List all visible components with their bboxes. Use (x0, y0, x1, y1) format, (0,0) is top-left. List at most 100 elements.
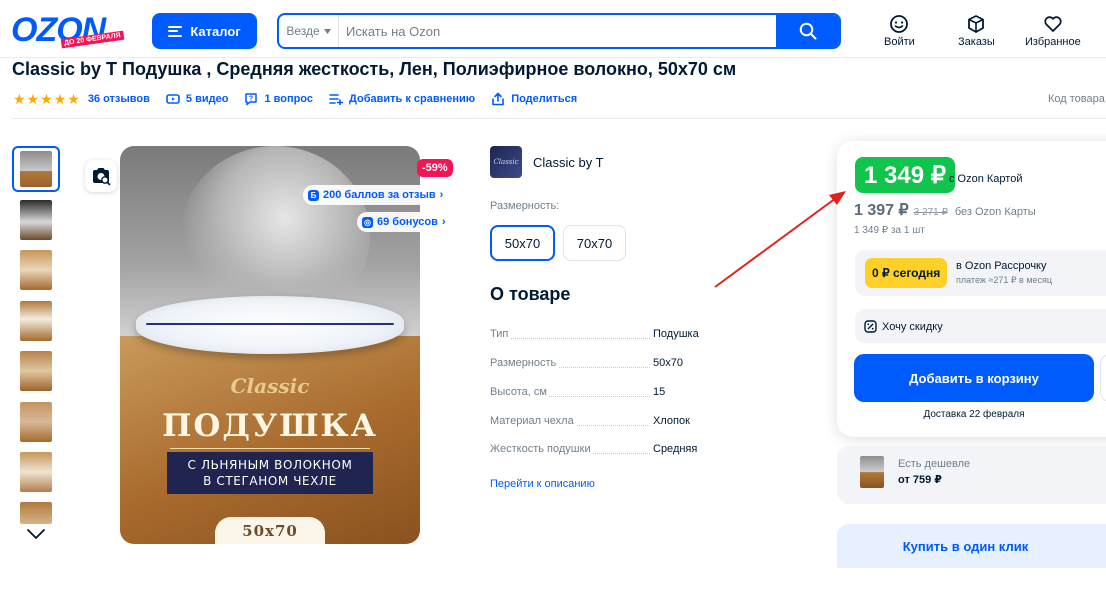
fiber-line-2: В СТЕГАНОМ ЧЕХЛЕ (203, 474, 337, 488)
reviews-link[interactable]: 36 отзывов (88, 93, 150, 105)
characteristic-value: Средняя (653, 443, 698, 455)
search-scope-select[interactable]: Везде (279, 15, 339, 47)
share-label: Поделиться (511, 93, 578, 105)
compare-label: Добавить к сравнению (349, 93, 476, 105)
points-icon: Б (308, 189, 319, 201)
search-button[interactable] (776, 15, 839, 47)
price-without-card: 1 397 ₽ (854, 202, 909, 219)
catalog-button[interactable]: Каталог (152, 13, 257, 49)
compare-icon (329, 94, 344, 105)
caret-down-icon (323, 28, 331, 34)
characteristic-value: 50х70 (653, 357, 683, 369)
bonus-icon: ◎ (362, 216, 373, 228)
orders-button[interactable]: Заказы (958, 14, 995, 48)
brand-name-link[interactable]: Classic by T (533, 155, 604, 170)
bonus-chip[interactable]: ◎ 69 бонусов › (357, 212, 452, 232)
size-option-50x70[interactable]: 50х70 (490, 225, 555, 261)
fiber-line-1: С ЛЬНЯНЫМ ВОЛОКНОМ (187, 458, 353, 472)
buy-one-click-button[interactable]: Купить в один клик (837, 524, 1106, 568)
thumbnail-3[interactable] (20, 250, 52, 290)
favorites-button[interactable]: Избранное (1025, 14, 1081, 48)
heart-icon (1044, 16, 1062, 32)
favorite-side-button[interactable] (1100, 354, 1106, 402)
characteristic-name: Тип (490, 328, 511, 340)
divider (12, 118, 1106, 119)
search-icon (799, 22, 816, 40)
price-old: 3 271 ₽ (913, 207, 948, 218)
characteristic-name: Жесткость подушки (490, 443, 593, 455)
cheaper-offer-thumbnail (860, 456, 884, 488)
thumbnail-5[interactable] (20, 351, 52, 391)
star-icon: ★ (26, 90, 40, 107)
search-input[interactable] (339, 15, 776, 47)
menu-icon (168, 25, 183, 37)
product-main-image[interactable]: Classic ПОДУШКА С ЛЬНЯНЫМ ВОЛОКНОМ В СТЕ… (120, 146, 420, 544)
image-size-tab: 50х70 (215, 517, 325, 544)
chevron-down-icon (27, 529, 45, 539)
login-button[interactable]: Войти (884, 14, 915, 48)
cheaper-offer-label: Есть дешевле (898, 458, 971, 470)
share-icon (492, 92, 505, 106)
questions-count: 1 вопрос (264, 93, 314, 105)
videos-count: 5 видео (185, 93, 229, 105)
rating-stars[interactable]: ★ ★ ★ ★ ★ (13, 91, 80, 108)
chevron-right-icon: › (441, 216, 446, 228)
camera-search-icon (93, 168, 111, 186)
image-search-button[interactable] (85, 160, 117, 192)
image-brand-text: Classic (230, 374, 310, 398)
price-with-card-label: с Ozon Картой (949, 173, 1023, 185)
videos-link[interactable]: 5 видео (166, 93, 229, 105)
thumbnail-2[interactable] (20, 200, 52, 240)
characteristic-value: 15 (653, 386, 666, 398)
add-to-cart-button[interactable]: Добавить в корзину (854, 354, 1094, 402)
installment-subtitle: платеж ≈271 ₽ в месяц (956, 275, 1053, 285)
star-icon: ★ (13, 90, 26, 107)
go-to-description-link[interactable]: Перейти к описанию (490, 478, 595, 490)
box-icon (968, 15, 985, 33)
price-without-card-label: без Ozon Карты (954, 206, 1036, 218)
cheaper-offer-price: от 759 ₽ (898, 474, 942, 486)
installment-badge: 0 ₽ сегодня (865, 258, 948, 288)
product-code-label: Код товара (1048, 93, 1105, 105)
size-option-70x70[interactable]: 70х70 (563, 225, 626, 261)
thumbnails-next-button[interactable] (26, 527, 46, 545)
installment-title: в Ozon Рассрочку (956, 260, 1047, 272)
thumbnail-6[interactable] (20, 402, 52, 442)
characteristic-row: Тип Подушка (490, 328, 720, 342)
smile-icon (890, 15, 909, 33)
characteristic-value: Хлопок (653, 415, 690, 427)
chevron-right-icon: › (439, 189, 444, 201)
thumbnail-4[interactable] (20, 301, 52, 341)
star-icon: ★ (53, 90, 67, 107)
price-with-card: 1 349 ₽ (855, 157, 955, 193)
compare-link[interactable]: Добавить к сравнению (329, 93, 475, 105)
favorites-label: Избранное (1025, 36, 1081, 48)
orders-label: Заказы (958, 36, 995, 48)
brand-logo[interactable]: Classic (490, 146, 522, 178)
search-scope-label: Везде (286, 24, 320, 38)
delivery-date: Доставка 22 февраля (923, 409, 1025, 420)
share-link[interactable]: Поделиться (491, 92, 577, 106)
review-points-chip[interactable]: Б 200 баллов за отзыв › (303, 185, 450, 205)
thumbnail-8[interactable] (20, 502, 52, 524)
ozon-logo[interactable]: OZON ДО 20 ФЕВРАЛЯ (11, 13, 125, 49)
search-bar: Везде (277, 13, 841, 49)
price-per-unit: 1 349 ₽ за 1 шт (854, 225, 925, 236)
question-icon: ? (245, 93, 258, 106)
login-label: Войти (884, 36, 915, 48)
questions-link[interactable]: ? 1 вопрос (244, 92, 313, 106)
product-title: Classic by T Подушка , Средняя жесткость… (12, 59, 737, 79)
video-icon (166, 94, 180, 104)
want-discount-label: Хочу скидку (882, 320, 943, 333)
characteristic-name: Высота, см (490, 386, 549, 398)
thumbnail-1[interactable] (12, 146, 60, 192)
product-meta-row: ★ ★ ★ ★ ★ 36 отзывов 5 видео ? 1 вопрос Доба… (13, 91, 593, 108)
about-title: О товаре (490, 284, 571, 304)
thumbnail-7[interactable] (20, 452, 52, 492)
reviews-count: 36 отзывов (87, 93, 150, 105)
image-fiber-label: С ЛЬНЯНЫМ ВОЛОКНОМ В СТЕГАНОМ ЧЕХЛЕ (167, 452, 373, 494)
star-icon: ★ (40, 90, 53, 107)
discount-icon (864, 320, 877, 333)
want-discount-row: Хочу скидку (864, 320, 943, 333)
star-icon: ★ (67, 90, 80, 107)
